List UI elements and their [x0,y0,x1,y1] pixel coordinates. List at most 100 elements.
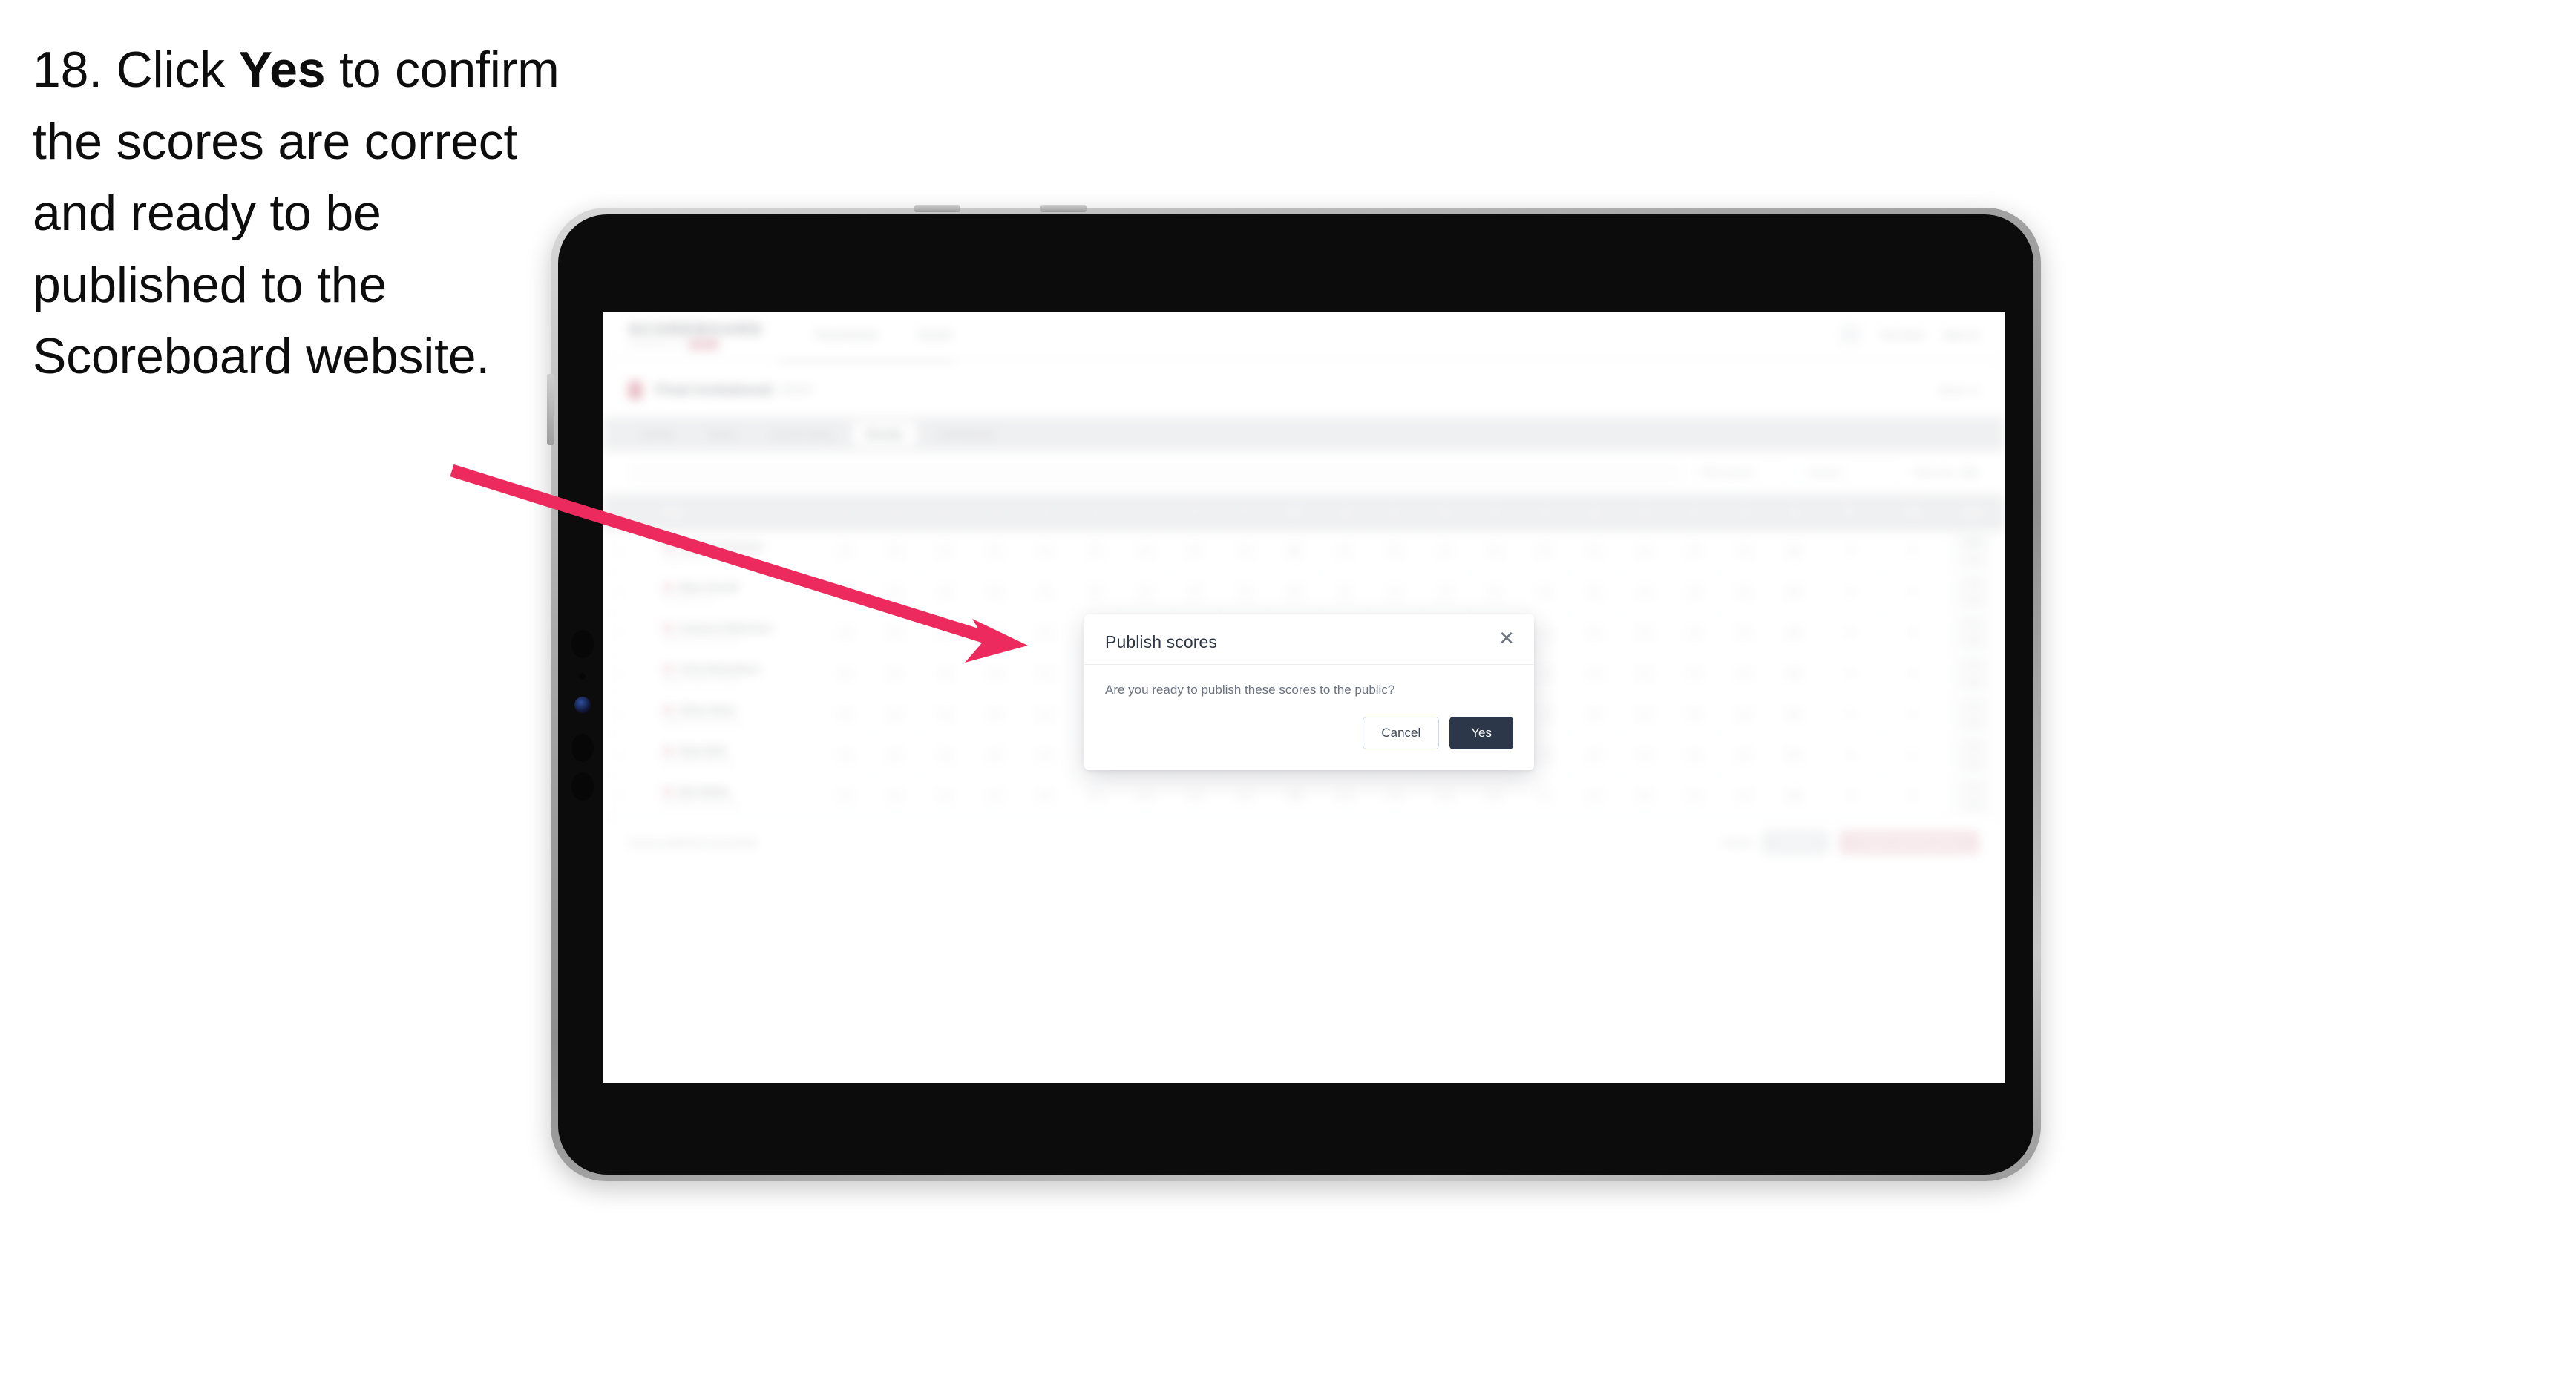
row-checkbox[interactable] [603,653,640,694]
score-cell[interactable]: 37 [1769,612,1820,654]
score-cell[interactable]: 4 [1369,571,1420,613]
score-cell[interactable]: 4 [1669,612,1720,654]
score-cell[interactable]: 5 [1569,571,1620,613]
score-cell[interactable]: 3 [1469,531,1521,572]
score-cell[interactable]: 4 [1219,531,1271,572]
score-cell[interactable]: 4 [1469,571,1521,613]
score-cell[interactable]: 4 [1020,531,1071,572]
score-cell[interactable]: 4 [1719,694,1770,735]
score-cell[interactable]: 4 [1069,775,1121,817]
score-cell[interactable]: 4 [1420,531,1470,572]
score-cell[interactable]: 5 [870,775,921,817]
score-cell[interactable]: 4 [1219,775,1271,817]
score-cell[interactable]: 4 [870,735,921,776]
score-cell[interactable]: 38 [1270,775,1320,817]
score-cell[interactable]: 5 [1519,531,1570,572]
score-cell[interactable]: 4 [1619,571,1671,613]
checkbox-icon[interactable] [620,668,622,680]
score-cell[interactable]: 5 [970,612,1021,654]
tab-teams[interactable]: Teams [693,422,750,446]
row-checkbox[interactable] [603,571,640,613]
close-icon[interactable]: ✕ [1497,628,1516,648]
score-cell[interactable]: 4 [1569,612,1620,654]
table-row[interactable]: Rhys Parnell Crestview Links 5 4 4 3 5 4 4 4 4 37 5 4… [603,571,2005,613]
score-cell[interactable]: 4 [1320,531,1371,572]
score-cell[interactable]: 4 [970,653,1021,694]
score-cell[interactable]: 5 [870,531,921,572]
score-cell[interactable]: 4 [1569,735,1620,776]
score-cell[interactable]: 4 [1120,571,1171,613]
score-cell[interactable]: 3 [1669,694,1720,735]
score-cell[interactable]: 4 [1669,653,1720,694]
score-cell[interactable]: 4 [820,735,871,776]
checkbox-icon[interactable] [620,749,622,761]
search-input[interactable] [629,461,1682,485]
score-cell[interactable]: 3 [970,571,1021,613]
score-cell[interactable]: 4 [970,694,1021,735]
score-cell[interactable]: 4 [920,694,971,735]
yes-button[interactable]: Yes [1449,717,1513,749]
score-cell[interactable]: 37 [1769,735,1820,776]
team-filter-select[interactable]: Filter by team [1692,461,1792,485]
score-cell[interactable]: 4 [970,531,1021,572]
score-cell[interactable]: 5 [1020,694,1071,735]
score-cell[interactable]: 4 [920,735,971,776]
score-cell[interactable]: 4 [870,571,921,613]
tab-details[interactable]: Details [629,422,687,446]
cancel-button[interactable]: Cancel [1363,717,1440,749]
score-cell[interactable]: 4 [920,653,971,694]
score-cell[interactable]: 5 [1569,694,1620,735]
row-checkbox[interactable] [603,735,640,776]
score-cell[interactable]: 4 [1719,531,1770,572]
row-checkbox[interactable] [603,694,640,735]
score-cell[interactable]: 3 [1619,612,1671,654]
score-cell[interactable]: 4 [870,612,921,654]
score-cell[interactable]: 38 [1769,775,1820,817]
checkbox-icon[interactable] [620,627,622,639]
tab-leaderboard[interactable]: Leaderboard [922,422,1008,446]
checkbox-icon[interactable] [620,545,622,557]
score-cell[interactable]: 5 [1069,531,1121,572]
nav-item-events[interactable]: Events [918,329,952,341]
user-avatar-icon[interactable] [1840,325,1861,344]
score-cell[interactable]: 5 [1719,612,1770,654]
row-checkbox[interactable] [603,775,640,817]
app-logo[interactable]: SCOREBOARD POWERED BY GOLF [629,321,764,349]
score-cell[interactable]: 4 [820,612,871,654]
score-cell[interactable]: 4 [1369,775,1420,817]
score-cell[interactable]: 4 [1569,653,1620,694]
score-cell[interactable]: 4 [820,531,871,572]
score-cell[interactable]: 4 [970,735,1021,776]
volume-up-button[interactable] [914,205,960,212]
score-cell[interactable]: 4 [1569,531,1620,572]
score-cell[interactable]: 3 [1420,571,1470,613]
checkbox-icon[interactable] [620,790,622,802]
score-cell[interactable]: 4 [1420,775,1470,817]
score-cell[interactable]: 4 [1619,694,1671,735]
score-cell[interactable]: 3 [1669,531,1720,572]
score-cell[interactable]: 5 [1619,775,1671,817]
score-cell[interactable]: 4 [1069,571,1121,613]
sign-out-link[interactable]: Sign out [1944,329,1979,341]
score-cell[interactable]: 4 [1020,612,1071,654]
table-row[interactable]: Ben Bailey Sandhills Country Club 4 5 4 4 5 4 4 4… [603,775,2005,817]
score-cell[interactable]: 4 [1120,531,1171,572]
score-cell[interactable]: 4 [1120,775,1171,817]
score-cell[interactable]: 5 [1020,571,1071,613]
account-user-name[interactable]: Tom Davis [1880,329,1925,341]
score-cell[interactable]: 5 [1369,531,1420,572]
footer-publish-button[interactable]: Publish and lock scores [1839,830,1979,855]
toggle-switch-icon[interactable] [1960,467,1979,478]
score-cell[interactable]: 4 [1320,775,1371,817]
round-filter-select[interactable]: Round 1 [1802,461,1902,485]
volume-down-button[interactable] [1040,205,1087,212]
score-cell[interactable]: 5 [1020,775,1071,817]
score-cell[interactable]: 4 [1170,571,1221,613]
row-checkbox[interactable] [603,612,640,654]
score-cell[interactable]: 4 [820,775,871,817]
score-cell[interactable]: 5 [820,694,871,735]
score-cell[interactable]: 4 [1719,653,1770,694]
score-cell[interactable]: 4 [1669,735,1720,776]
checkbox-icon[interactable] [620,586,622,598]
checkbox-icon[interactable] [620,709,622,720]
